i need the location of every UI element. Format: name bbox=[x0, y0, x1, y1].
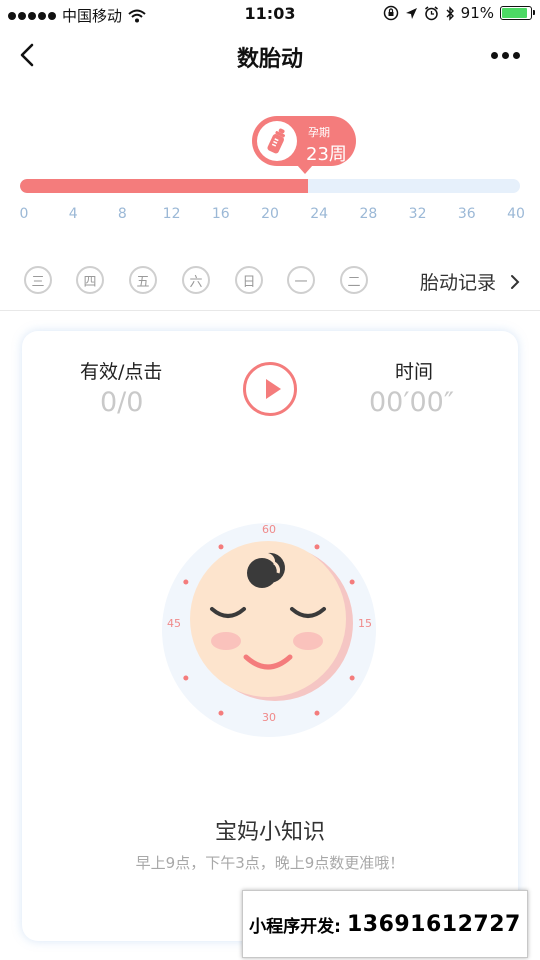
start-button[interactable] bbox=[243, 362, 297, 416]
dial-dot bbox=[314, 544, 320, 550]
day-item-thu[interactable]: 四 bbox=[76, 266, 104, 294]
location-icon bbox=[405, 7, 417, 19]
dial-label-15: 15 bbox=[358, 617, 372, 630]
day-item-sat[interactable]: 六 bbox=[182, 266, 210, 294]
status-bar: 中国移动 11:03 91% bbox=[0, 0, 540, 28]
record-link-label: 胎动记录 bbox=[420, 272, 497, 294]
day-item-tue[interactable]: 二 bbox=[340, 266, 368, 294]
day-item-fri[interactable]: 五 bbox=[129, 266, 157, 294]
promo-banner: 小程序开发: 13691612727 bbox=[242, 890, 528, 958]
record-link[interactable]: 胎动记录 bbox=[420, 268, 520, 295]
tips-title: 宝妈小知识 bbox=[214, 820, 325, 845]
time-label: 时间 bbox=[395, 361, 434, 383]
progress-tick-label: 16 bbox=[211, 206, 230, 222]
progress-tick-label: 24 bbox=[310, 206, 329, 222]
dial-dot bbox=[314, 710, 320, 716]
pregnancy-progress-bar bbox=[20, 179, 520, 193]
more-dot bbox=[513, 52, 520, 59]
progress-tick-label: 20 bbox=[261, 206, 279, 222]
promo-label: 小程序开发: bbox=[249, 916, 341, 937]
bubble-week-value: 23周 bbox=[306, 144, 347, 165]
valid-clicks-label: 有效/点击 bbox=[80, 361, 163, 383]
progress-tick-label: 40 bbox=[507, 206, 525, 222]
alarm-icon bbox=[424, 5, 438, 20]
orientation-lock-icon bbox=[383, 5, 398, 21]
progress-tick-label: 12 bbox=[162, 206, 181, 222]
more-dot bbox=[491, 52, 498, 59]
page-title: 数胎动 bbox=[236, 47, 303, 72]
day-item-mon[interactable]: 一 bbox=[287, 266, 315, 294]
baby-bottle-icon bbox=[257, 121, 297, 161]
status-right: 91% bbox=[383, 4, 535, 22]
dial-dot bbox=[349, 675, 355, 681]
progress-tick-label: 0 bbox=[19, 206, 29, 222]
dial-dot bbox=[349, 579, 355, 585]
chevron-right-icon bbox=[511, 274, 520, 289]
progress-tick-label: 32 bbox=[408, 206, 427, 222]
promo-phone-number: 13691612727 bbox=[346, 911, 521, 937]
valid-clicks-value: 0/0 bbox=[100, 387, 144, 418]
day-item-sun[interactable]: 日 bbox=[235, 266, 263, 294]
dial-label-45: 45 bbox=[167, 617, 181, 630]
progress-tick-label: 36 bbox=[457, 206, 476, 222]
bluetooth-icon bbox=[446, 5, 454, 21]
battery-icon bbox=[500, 6, 535, 20]
dial-dot bbox=[218, 544, 224, 550]
dial-label-30: 30 bbox=[262, 711, 276, 724]
dial-dot bbox=[218, 710, 224, 716]
dial-dot bbox=[183, 675, 189, 681]
dial-label-60: 60 bbox=[262, 523, 276, 536]
more-dot bbox=[502, 52, 509, 59]
pregnancy-progress-fill bbox=[20, 179, 308, 193]
progress-tick-label: 28 bbox=[359, 206, 378, 222]
progress-tick-label: 4 bbox=[68, 206, 78, 222]
kick-dial[interactable]: 60 15 30 45 bbox=[160, 521, 378, 739]
bubble-label: 孕期 bbox=[308, 126, 330, 139]
divider bbox=[0, 310, 540, 311]
pregnancy-week-bubble: 孕期 23周 bbox=[252, 116, 356, 174]
time-value: 00′00″ bbox=[369, 387, 454, 418]
battery-percent: 91% bbox=[460, 4, 494, 22]
progress-tick-label: 8 bbox=[117, 206, 127, 222]
tips-text: 早上9点，下午3点，晚上9点数更准哦！ bbox=[135, 854, 405, 872]
progress-tick-labels: 0 4 8 12 16 20 24 28 32 36 40 bbox=[0, 206, 540, 226]
nav-bar: 数胎动 bbox=[0, 28, 540, 84]
day-item-wed[interactable]: 三 bbox=[24, 266, 52, 294]
days-row: 三 四 五 六 日 一 二 胎动记录 bbox=[0, 262, 540, 302]
kick-counter-card: 有效/点击 0/0 时间 00′00″ 60 15 30 45 宝妈小知识 早上… bbox=[22, 331, 518, 941]
more-button[interactable] bbox=[491, 52, 520, 59]
dial-dot bbox=[183, 579, 189, 585]
